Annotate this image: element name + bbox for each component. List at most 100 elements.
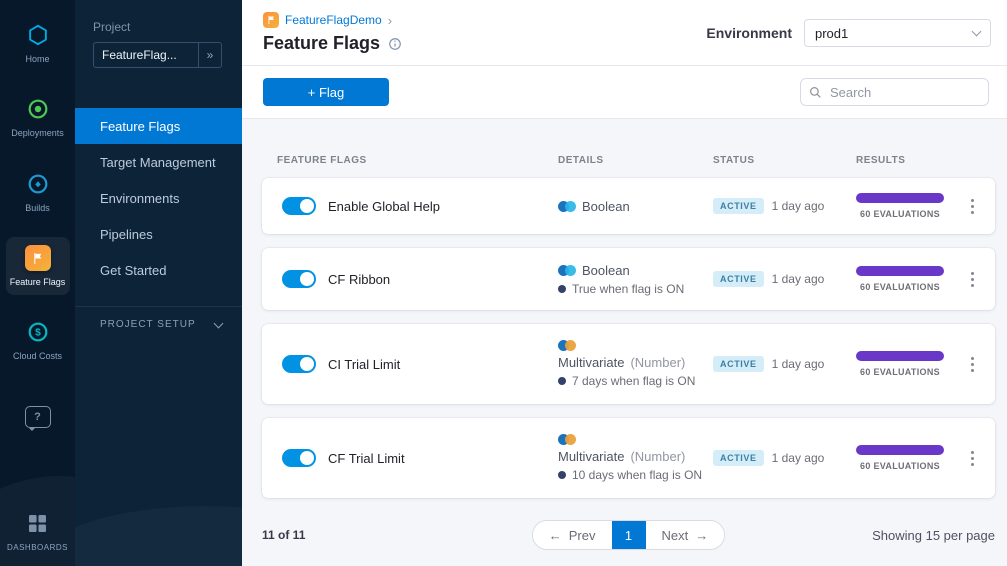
search-input[interactable] bbox=[828, 83, 980, 101]
flag-row[interactable]: CI Trial Limit Multivariate (Number) 7 d… bbox=[262, 324, 995, 404]
project-expand-icon[interactable]: » bbox=[198, 43, 221, 67]
next-page-button[interactable]: Next → bbox=[645, 521, 725, 549]
page-title: Feature Flags bbox=[263, 33, 381, 53]
add-flag-button[interactable]: + Flag bbox=[263, 78, 389, 106]
environment-label: Environment bbox=[706, 25, 792, 41]
evaluations-bar bbox=[856, 445, 944, 455]
flag-row[interactable]: CF Trial Limit Multivariate (Number) 10 … bbox=[262, 418, 995, 498]
project-selector[interactable]: FeatureFlag... » bbox=[93, 42, 222, 68]
prev-page-button[interactable]: ← Prev bbox=[532, 521, 612, 549]
column-header-results: RESULTS bbox=[856, 155, 906, 166]
project-menu: Feature Flags Target Management Environm… bbox=[75, 108, 242, 288]
flag-name: CF Trial Limit bbox=[328, 450, 405, 466]
nav-item-label: Cloud Costs bbox=[12, 351, 63, 362]
flag-description: 7 days when flag is ON bbox=[572, 374, 696, 388]
nav-item-home[interactable]: Home bbox=[6, 14, 70, 72]
evaluations-bar bbox=[856, 193, 944, 203]
evaluations-label: 60 EVALUATIONS bbox=[860, 367, 940, 377]
dashboards-icon bbox=[29, 511, 46, 537]
project-setup-section[interactable]: PROJECT SETUP bbox=[75, 306, 242, 342]
nav-item-cloud-costs[interactable]: $ Cloud Costs bbox=[6, 311, 70, 369]
project-section-label: Project bbox=[93, 20, 131, 34]
breadcrumb-project-link[interactable]: FeatureFlagDemo bbox=[285, 13, 382, 27]
primary-nav: Home Deployments Builds Feature Flags $ … bbox=[0, 0, 75, 566]
evaluations-block: 60 EVALUATIONS bbox=[856, 351, 944, 377]
flag-type: Boolean bbox=[582, 262, 630, 278]
evaluations-label: 60 EVALUATIONS bbox=[860, 282, 940, 292]
flag-name: CI Trial Limit bbox=[328, 356, 401, 372]
row-menu-button[interactable] bbox=[955, 191, 989, 222]
sidebar-item-feature-flags[interactable]: Feature Flags bbox=[75, 108, 242, 144]
nav-item-builds[interactable]: Builds bbox=[6, 163, 70, 221]
last-updated: 1 day ago bbox=[771, 357, 825, 371]
nav-item-dashboards[interactable]: DASHBOARDS bbox=[6, 503, 70, 560]
chevron-down-icon bbox=[213, 318, 224, 328]
evaluations-bar bbox=[856, 266, 944, 276]
app-root: Home Deployments Builds Feature Flags $ … bbox=[0, 0, 1007, 566]
flag-toggle[interactable] bbox=[282, 197, 316, 215]
chevron-down-icon bbox=[971, 26, 982, 37]
column-header-status: STATUS bbox=[713, 155, 755, 166]
nav-item-label: Builds bbox=[25, 202, 50, 213]
nav-item-help[interactable]: ? bbox=[6, 396, 70, 438]
builds-icon bbox=[26, 171, 50, 197]
deployments-icon bbox=[26, 96, 50, 122]
help-icon: ? bbox=[24, 404, 51, 431]
svg-text:$: $ bbox=[35, 328, 41, 339]
environment-select[interactable]: prod1 bbox=[804, 19, 991, 47]
flag-type: Boolean bbox=[582, 198, 630, 214]
search-icon bbox=[809, 86, 822, 99]
evaluations-bar bbox=[856, 351, 944, 361]
row-menu-button[interactable] bbox=[955, 349, 989, 380]
column-header-feature-flags: FEATURE FLAGS bbox=[277, 155, 367, 166]
page-header: FeatureFlagDemo › Feature Flags Environm… bbox=[242, 0, 1007, 66]
flag-type: Multivariate bbox=[558, 449, 625, 464]
project-setup-label: PROJECT SETUP bbox=[100, 319, 196, 330]
pagination: ← Prev 1 Next → bbox=[531, 520, 726, 550]
sidebar-item-pipelines[interactable]: Pipelines bbox=[75, 216, 242, 252]
last-updated: 1 day ago bbox=[771, 199, 825, 213]
sidebar-item-environments[interactable]: Environments bbox=[75, 180, 242, 216]
row-menu-button[interactable] bbox=[955, 443, 989, 474]
multivariate-type-icon bbox=[558, 434, 713, 445]
nav-item-feature-flags[interactable]: Feature Flags bbox=[5, 237, 70, 296]
evaluations-block: 60 EVALUATIONS bbox=[856, 266, 944, 292]
flag-row[interactable]: CF Ribbon Boolean True when flag is ON A… bbox=[262, 248, 995, 310]
info-icon[interactable] bbox=[388, 37, 402, 51]
sidebar-item-target-management[interactable]: Target Management bbox=[75, 144, 242, 180]
flag-type: Multivariate bbox=[558, 355, 625, 370]
search-box[interactable] bbox=[800, 78, 989, 106]
flag-rows: Enable Global Help Boolean ACTIVE 1 day … bbox=[262, 178, 995, 498]
flag-type-suffix: (Number) bbox=[630, 449, 686, 464]
flag-row[interactable]: Enable Global Help Boolean ACTIVE 1 day … bbox=[262, 178, 995, 234]
flag-description: True when flag is ON bbox=[572, 281, 685, 296]
evaluations-block: 60 EVALUATIONS bbox=[856, 445, 944, 471]
home-icon bbox=[26, 22, 50, 48]
last-updated: 1 day ago bbox=[771, 272, 825, 286]
row-menu-button[interactable] bbox=[955, 264, 989, 295]
column-header-details: DETAILS bbox=[558, 155, 604, 166]
flag-type-suffix: (Number) bbox=[630, 355, 686, 370]
nav-item-label: Deployments bbox=[11, 128, 64, 139]
boolean-type-icon bbox=[558, 200, 576, 212]
variation-dot-icon bbox=[558, 471, 566, 479]
feature-flags-icon bbox=[24, 245, 51, 272]
sidebar-item-get-started[interactable]: Get Started bbox=[75, 252, 242, 288]
flag-description: 10 days when flag is ON bbox=[572, 468, 703, 482]
flag-toggle[interactable] bbox=[282, 355, 316, 373]
project-flag-icon bbox=[263, 12, 279, 28]
table-header-row: FEATURE FLAGS DETAILS STATUS RESULTS bbox=[262, 155, 995, 166]
environment-selected-value: prod1 bbox=[815, 25, 849, 41]
current-page-button[interactable]: 1 bbox=[611, 521, 646, 549]
flag-toggle[interactable] bbox=[282, 449, 316, 467]
flag-toggle[interactable] bbox=[282, 270, 316, 288]
cloud-costs-icon: $ bbox=[26, 319, 50, 345]
result-count: 11 of 11 bbox=[262, 528, 306, 542]
evaluations-block: 60 EVALUATIONS bbox=[856, 193, 944, 219]
status-badge: ACTIVE bbox=[713, 450, 764, 466]
nav-item-deployments[interactable]: Deployments bbox=[6, 88, 70, 146]
flag-name: Enable Global Help bbox=[328, 198, 441, 214]
sidebar-wave-decoration bbox=[75, 506, 242, 566]
environment-control: Environment prod1 bbox=[706, 19, 991, 47]
toolbar: + Flag bbox=[242, 66, 1007, 119]
